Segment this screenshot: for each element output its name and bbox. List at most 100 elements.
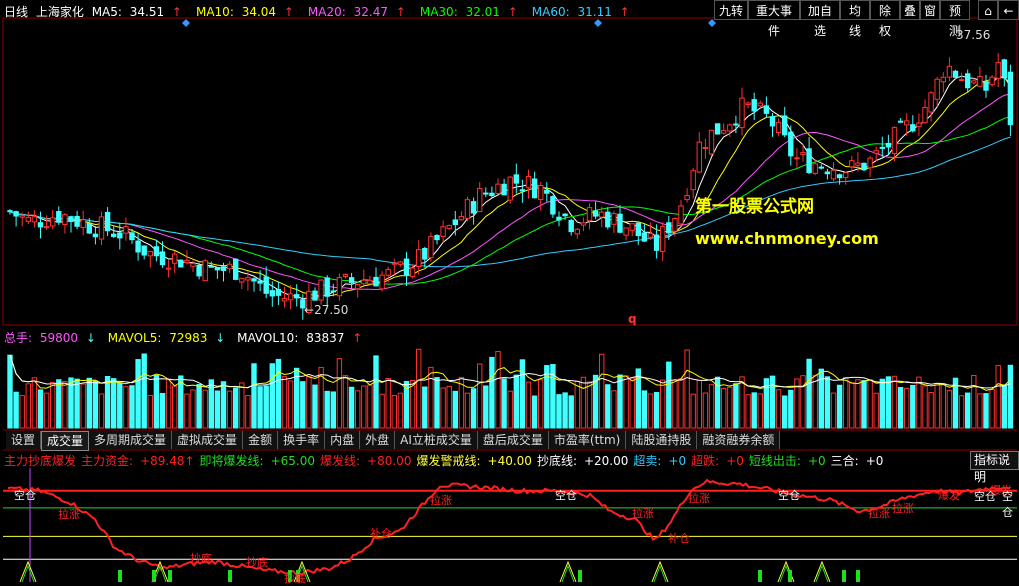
candle-up [971, 80, 977, 84]
toolbar-button[interactable]: 重大事件 [748, 0, 800, 38]
volume-bar [861, 380, 867, 429]
candle-up [336, 276, 343, 297]
candle-down [641, 232, 648, 242]
toolbar-button[interactable]: 除权 [870, 0, 900, 38]
volume-bar [605, 384, 611, 429]
signal-bar [578, 570, 582, 582]
home-icon[interactable]: ⌂ [978, 0, 998, 20]
candle-down [214, 267, 221, 271]
volume-bar [74, 378, 80, 429]
arrow-left-icon[interactable]: ← [998, 0, 1019, 20]
toolbar-button[interactable]: 预测 [940, 0, 970, 38]
candle-down [983, 81, 989, 91]
candle-up [62, 214, 68, 225]
volume-bar [56, 379, 62, 429]
candle-down [751, 99, 757, 112]
volume-bar [611, 390, 617, 429]
candle-up [849, 160, 855, 168]
volume-bars [7, 348, 1014, 429]
volume-bar [324, 390, 330, 429]
candle-up [708, 129, 715, 155]
tab-item[interactable]: 成交量 [41, 431, 90, 451]
signal-label: 补仓 [668, 532, 690, 545]
tab-item[interactable]: 金额 [243, 431, 279, 449]
volume-bar [1001, 384, 1007, 429]
candle-up [147, 251, 154, 257]
candle-up [80, 219, 86, 229]
signal-bar [168, 570, 172, 582]
volume-bar [507, 390, 513, 429]
candle-down [531, 178, 538, 199]
candle-up [416, 249, 422, 267]
watermark-url: www.chnmoney.com [695, 229, 879, 248]
volume-bar [623, 375, 629, 429]
volume-bar [452, 390, 459, 429]
volume-bar [830, 392, 837, 429]
volume-bar [214, 390, 221, 429]
volume-bar [220, 381, 227, 429]
toolbar-button[interactable]: 九转 [714, 0, 748, 20]
candle-up [843, 172, 849, 179]
candle-up [446, 224, 452, 229]
volume-bar [824, 376, 831, 429]
indicator-chart [3, 468, 1017, 583]
indicator-help-button[interactable]: 指标说明 [970, 451, 1019, 484]
toolbar-button[interactable]: 窗 [920, 0, 940, 20]
indicator-value: +0 [726, 454, 744, 468]
volume-bar [123, 386, 129, 429]
volume-bar [946, 389, 953, 429]
candle-down [782, 115, 788, 136]
candle-down [617, 213, 623, 233]
candle-up [721, 130, 727, 134]
candle-up [25, 216, 32, 222]
toolbar-button[interactable]: 加自选 [800, 0, 840, 38]
volume-bar [336, 358, 343, 429]
candle-down [208, 265, 215, 268]
candle-down [592, 210, 599, 217]
toolbar-button[interactable]: 叠 [900, 0, 920, 20]
tab-item[interactable]: 融资融券余额 [697, 431, 781, 449]
signal-label: 拉涨 [688, 492, 710, 505]
volume-bar [690, 393, 696, 429]
indicator-value: +0 [865, 454, 884, 468]
tab-item[interactable]: 换手率 [278, 431, 326, 449]
candle-down [544, 189, 550, 194]
signal-label: 抄底 [190, 552, 212, 565]
candle-down [714, 123, 721, 135]
candle-up [190, 263, 196, 267]
volume-bar [135, 359, 141, 429]
candle-up [318, 279, 324, 301]
volume-bar [434, 377, 440, 429]
tab-item[interactable]: 陆股通持股 [626, 431, 698, 449]
mavol5-label: MAVOL5: 72983 ↓ [107, 331, 226, 345]
indicator-value: 即将爆发线: [199, 454, 264, 468]
volume-bar [330, 391, 337, 429]
volume-bar [245, 395, 251, 429]
tab-item[interactable]: 虚拟成交量 [172, 431, 244, 449]
candle-down [836, 174, 843, 179]
candle-down [159, 251, 166, 266]
tab-item[interactable]: 盘后成交量 [477, 431, 549, 449]
volume-bar [806, 358, 812, 429]
candle-down [7, 210, 13, 213]
period-label: 日线 [4, 5, 29, 19]
volume-bar [751, 392, 757, 429]
tab-item[interactable]: 多周期成交量 [89, 431, 173, 449]
ma-legend-item: MA30: 32.01 ↑ [419, 5, 518, 19]
candle-down [653, 234, 660, 251]
q-marker: q [628, 312, 637, 326]
signal-bar [856, 570, 860, 582]
tab-item[interactable]: 市盈率(ttm) [548, 431, 627, 449]
toolbar-button[interactable]: 均线 [840, 0, 870, 38]
tab-item[interactable]: 内盘 [325, 431, 361, 449]
volume-bar [544, 365, 550, 429]
candle-up [794, 157, 800, 160]
candle-up [342, 273, 349, 278]
tab-item[interactable]: 设置 [6, 431, 42, 449]
tab-item[interactable]: 外盘 [360, 431, 396, 449]
volume-bar [879, 378, 885, 429]
candle-up [946, 65, 953, 78]
tab-item[interactable]: AI立桩成交量 [395, 431, 478, 449]
volume-bar [86, 377, 92, 429]
candlestick-chart[interactable] [0, 0, 1019, 585]
